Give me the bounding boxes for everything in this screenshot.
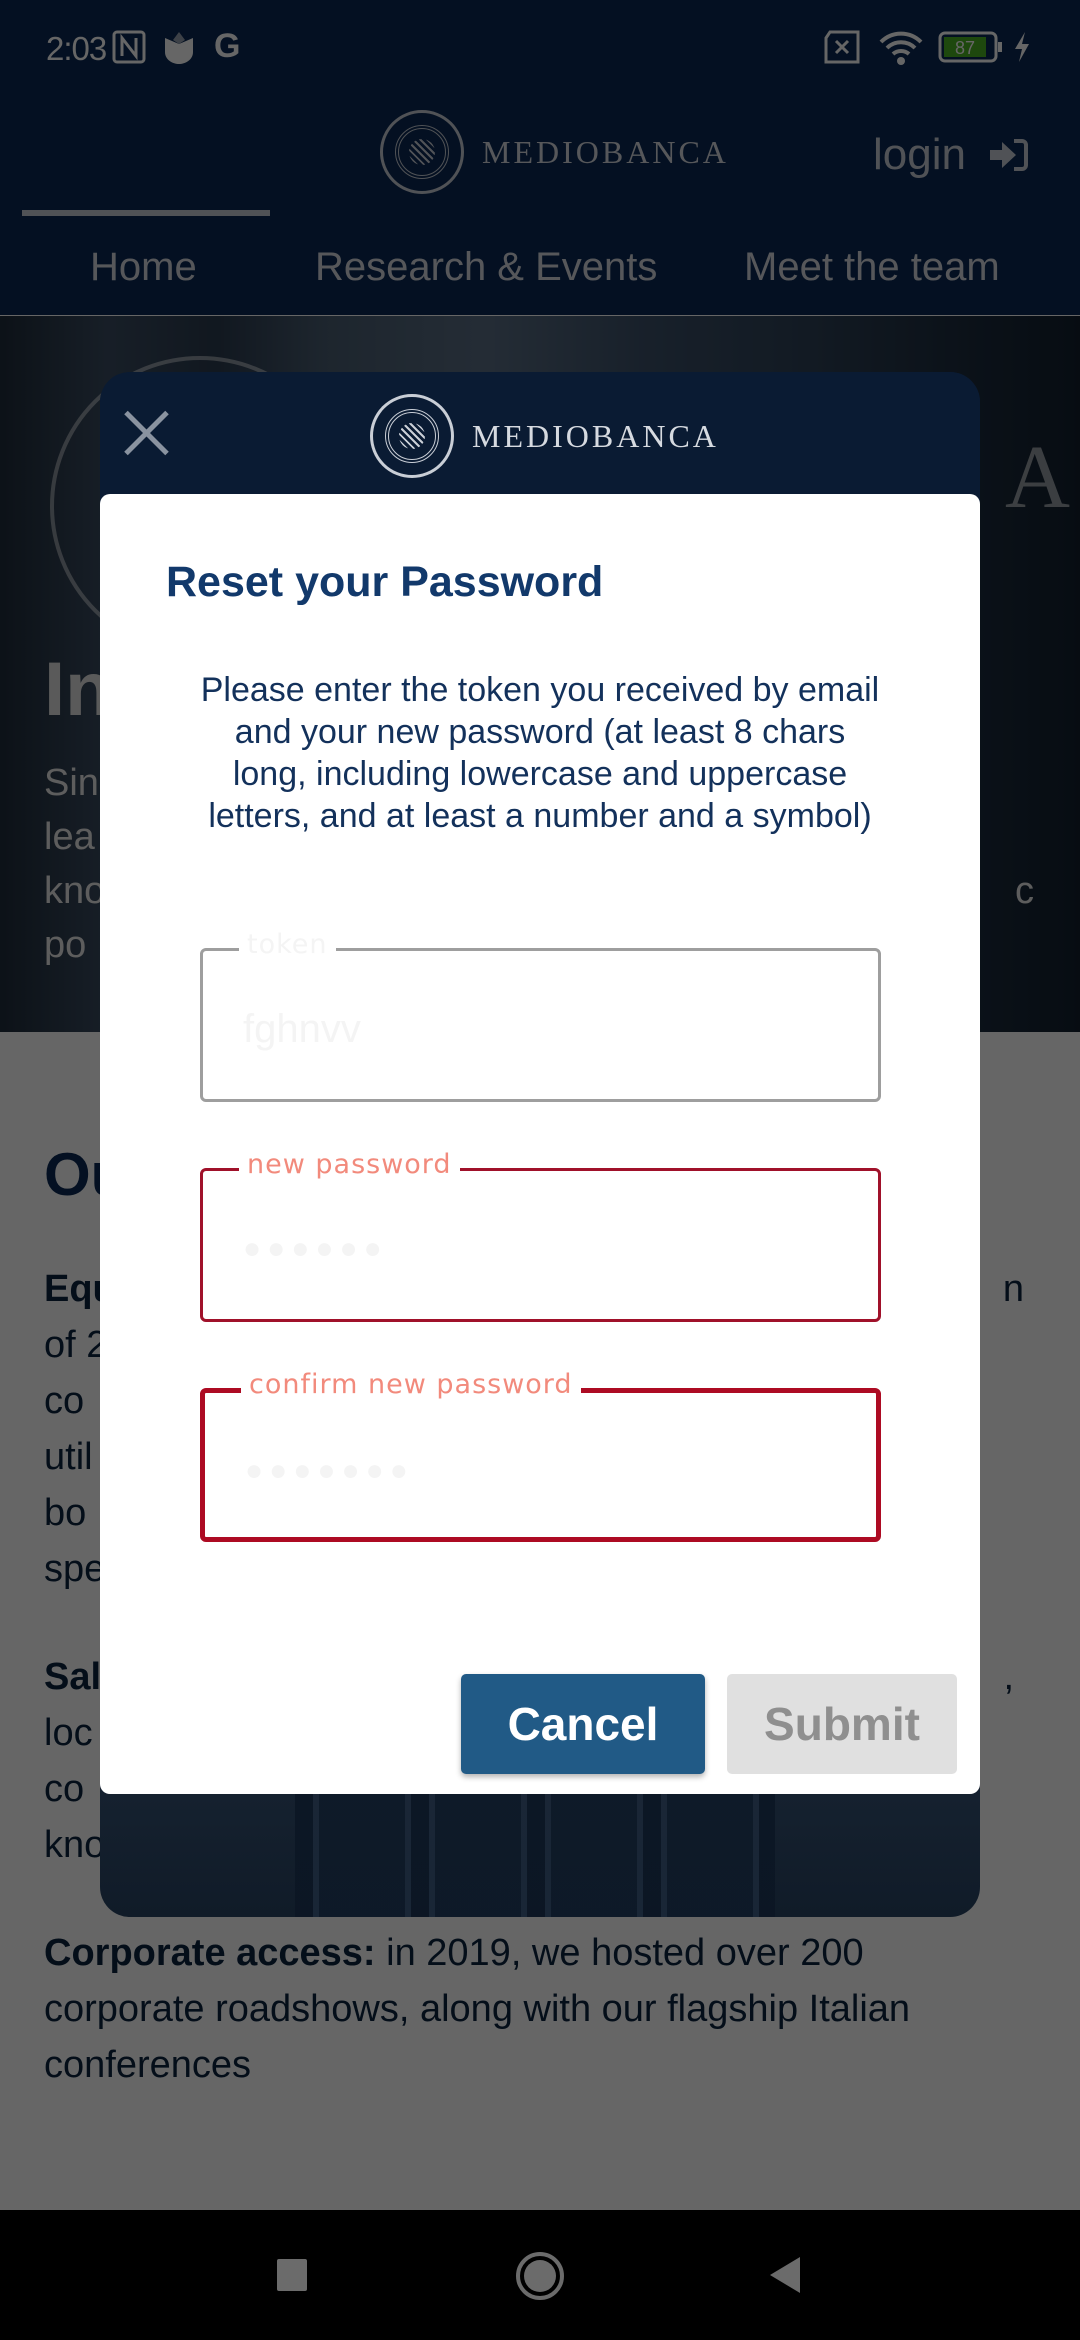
submit-button[interactable]: Submit (727, 1674, 957, 1774)
reset-password-dialog: Reset your Password Please enter the tok… (100, 494, 980, 1794)
confirm-password-label: confirm new password (241, 1369, 581, 1400)
recents-icon[interactable] (277, 2259, 307, 2291)
app-page: 2:03 G 87 MEDIOBANCA login Home (0, 0, 1080, 2210)
close-icon[interactable] (122, 408, 172, 458)
cancel-button[interactable]: Cancel (461, 1674, 705, 1774)
dialog-description: Please enter the token you received by e… (200, 671, 880, 835)
brand-name: MEDIOBANCA (472, 417, 719, 454)
login-modal-logo: MEDIOBANCA (370, 394, 719, 478)
token-label: token (239, 929, 336, 960)
confirm-password-field[interactable]: confirm new password ●●●●●●● (200, 1369, 881, 1542)
home-icon[interactable] (516, 2252, 564, 2300)
confirm-password-input[interactable]: ●●●●●●● (245, 1441, 845, 1501)
system-nav-bar (0, 2210, 1080, 2340)
login-modal-header: MEDIOBANCA (100, 372, 980, 502)
brand-seal-icon (370, 394, 454, 478)
back-icon[interactable] (770, 2257, 800, 2293)
token-field[interactable]: token (200, 929, 881, 1102)
new-password-input[interactable]: ●●●●●● (243, 1219, 843, 1279)
new-password-label: new password (239, 1149, 460, 1180)
token-input[interactable] (243, 999, 843, 1059)
new-password-field[interactable]: new password ●●●●●● (200, 1149, 881, 1322)
dialog-title: Reset your Password (166, 558, 604, 606)
